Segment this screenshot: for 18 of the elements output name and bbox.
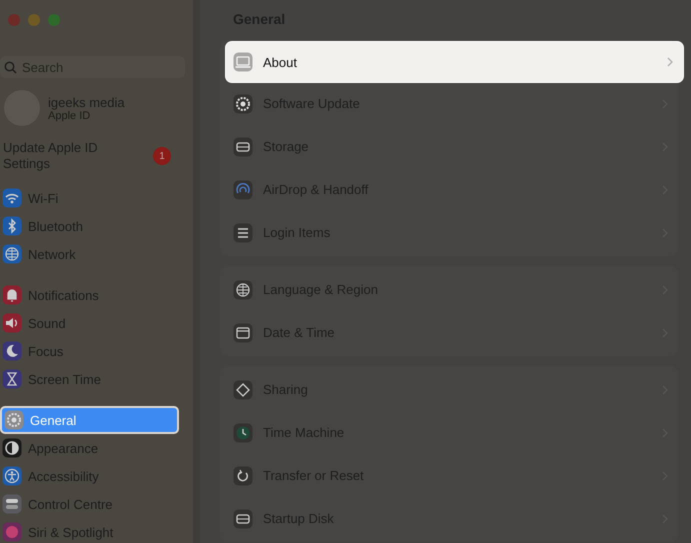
airdrop-icon (233, 180, 253, 200)
close-button[interactable] (8, 14, 20, 26)
drive-icon (233, 508, 253, 528)
globe-icon (233, 280, 253, 300)
minimize-button[interactable] (28, 14, 40, 26)
settings-row[interactable]: About (226, 42, 683, 82)
notification-badge: 1 (153, 147, 171, 165)
zoom-button[interactable] (48, 14, 60, 26)
sidebar-item[interactable]: General (0, 406, 179, 434)
reset-icon (233, 466, 253, 486)
calendar-icon (233, 322, 253, 342)
diamond-icon (233, 380, 253, 400)
drive-icon (233, 136, 253, 156)
chevron-icon (667, 57, 673, 67)
gear-icon (233, 94, 253, 114)
clock-icon (233, 422, 253, 442)
laptop-icon (233, 52, 253, 72)
list-icon (233, 222, 253, 242)
